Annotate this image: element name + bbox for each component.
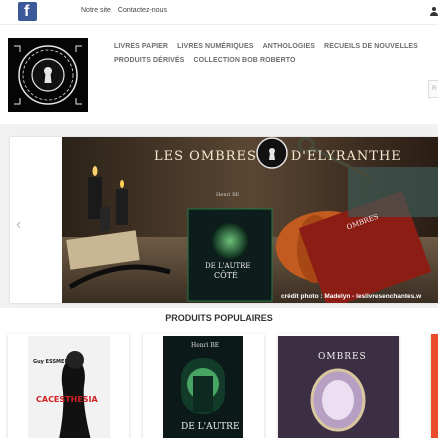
product-card[interactable]: OMBRES [278, 334, 399, 438]
hero-book-title-1: DE L'AUTRE [205, 262, 251, 270]
product-cover: OMBRES [278, 336, 399, 438]
hero-title-left: LES OMBRES [154, 149, 257, 164]
nav-item-livres-numeriques[interactable]: Livres numériques [177, 43, 253, 50]
top-bar: f Notre site Contactez-nous [0, 0, 438, 24]
cover-title: DE L'AUTRE CÔTÉ [181, 422, 243, 432]
photo-credit: crédit photo : Madelyn - leslivresenchan… [281, 293, 422, 300]
nav-item-anthologies[interactable]: Anthologies [263, 43, 315, 50]
hero-title-right: D'ELYRANTHE [290, 149, 402, 164]
nav-item-livres-papier[interactable]: Livres papier [114, 43, 168, 50]
product-card[interactable]: Henri BE DE L'AUTRE CÔTÉ [143, 334, 264, 438]
nav-item-collection-bob-roberto[interactable]: Collection Bob Roberto [194, 57, 296, 64]
cover-author: Guy ESSMER [33, 359, 69, 365]
facebook-icon[interactable]: f [18, 2, 37, 21]
product-cover: Henri BE DE L'AUTRE CÔTÉ [163, 336, 243, 438]
main-nav: Livres papier Livres numériques Antholog… [114, 40, 438, 68]
user-icon[interactable] [430, 7, 438, 16]
logo-graphic [8, 38, 88, 112]
section-title: Produits populaires [165, 313, 273, 323]
site-logo[interactable] [8, 38, 88, 112]
cover-author: Henri BE [191, 342, 220, 349]
nav-item-recueils[interactable]: Recueils de nouvelles [324, 43, 418, 50]
cover-title: CACESTHESIA [36, 395, 98, 404]
product-cover: Guy ESSMER CACESTHESIA [28, 336, 110, 438]
hero-book-title-2: CÔTÉ [214, 271, 238, 280]
hero-title: LES OMBRES D'ELYRANTHE [154, 149, 402, 164]
product-card-partial[interactable] [431, 334, 438, 438]
cover-art [28, 336, 110, 438]
hero-book-author: Henri BE [216, 192, 240, 198]
product-card[interactable]: Guy ESSMER CACESTHESIA [8, 334, 129, 438]
link-contact[interactable]: Contactez-nous [118, 7, 167, 14]
cover-title: OMBRES [318, 352, 367, 362]
divider [0, 24, 438, 25]
link-notre-site[interactable]: Notre site [81, 7, 111, 14]
slider-prev-icon[interactable]: ‹ [16, 216, 21, 234]
nav-item-produits-derives[interactable]: Produits dérivés [114, 57, 184, 64]
search-input[interactable]: R [428, 80, 438, 98]
top-links: Notre site Contactez-nous [81, 7, 167, 14]
